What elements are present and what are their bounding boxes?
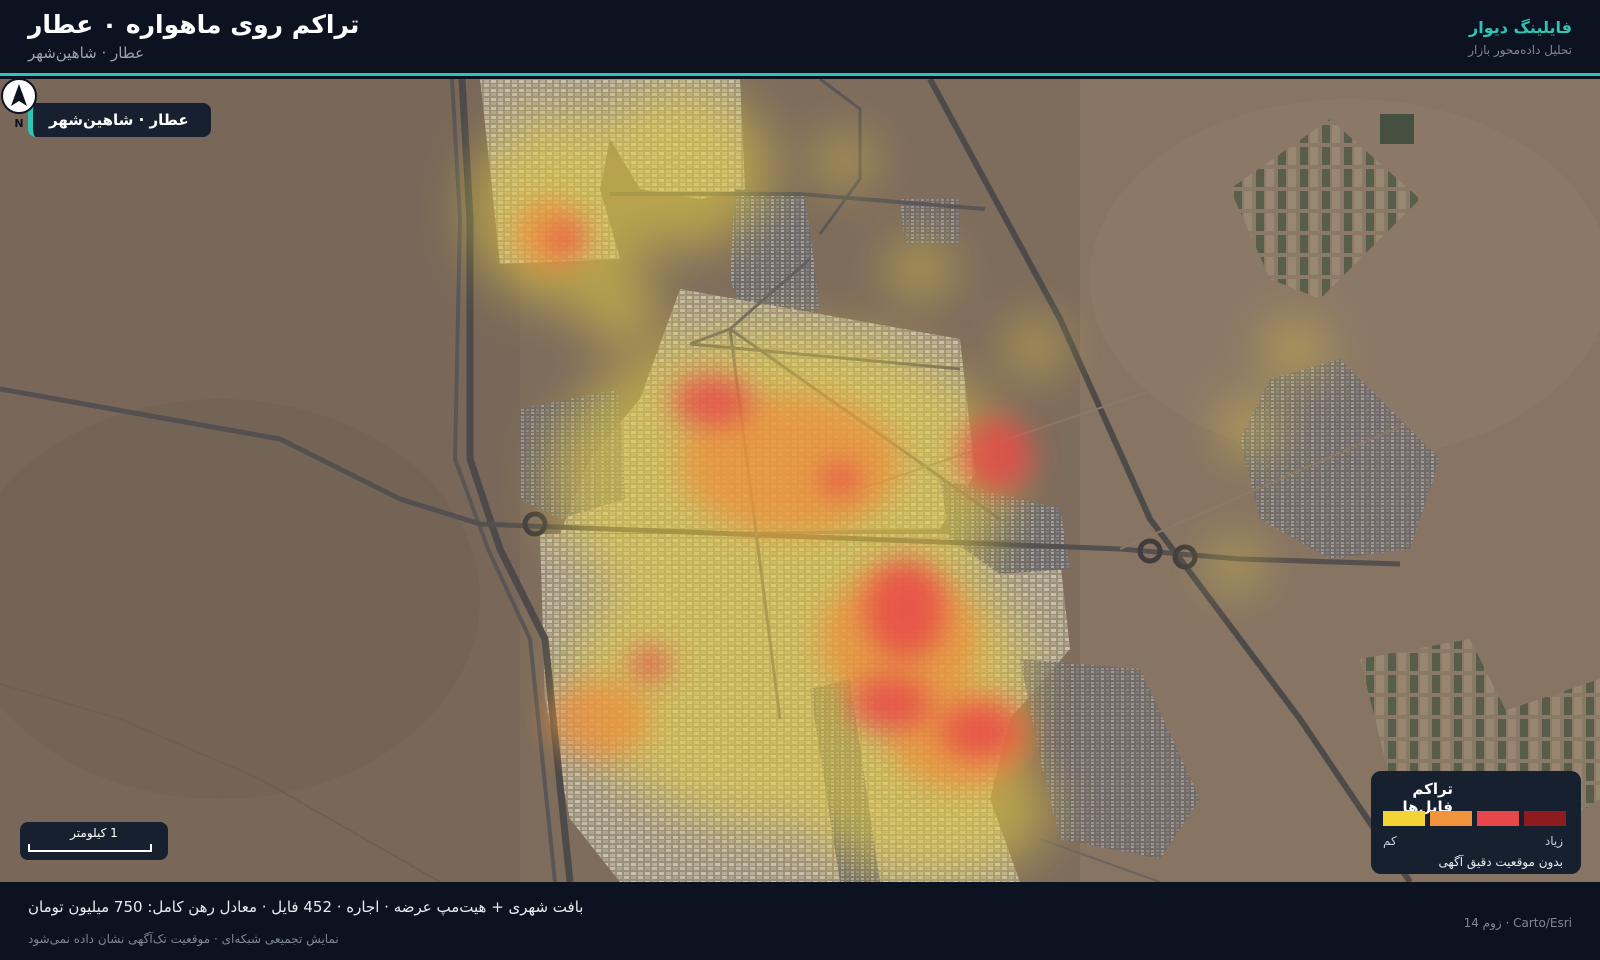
brand-name[interactable]: فایلینگ دیوار: [1469, 18, 1572, 37]
satellite-imagery: [0, 79, 1600, 882]
legend-low-label: کم: [1383, 834, 1397, 848]
legend-swatch-1: [1383, 811, 1425, 826]
density-legend: تراکم فایل‌ها کم زیاد بدون موقعیت دقیق آ…: [1371, 771, 1581, 874]
page-title: تراکم روی ماهواره ۰ عطار: [28, 10, 360, 39]
brand-tagline: تحلیل داده‌محور بازار: [1468, 43, 1572, 57]
legend-swatch-4: [1524, 811, 1566, 826]
compass-label: N: [14, 117, 23, 129]
legend-swatch-2: [1430, 811, 1472, 826]
legend-high-label: زیاد: [1544, 834, 1563, 848]
location-chip: عطار · شاهین‌شهر: [28, 103, 211, 137]
satellite-map[interactable]: عطار · شاهین‌شهر N 1 کیلومتر تراکم فایل‌…: [0, 79, 1600, 882]
legend-swatches: [1383, 811, 1566, 826]
scale-ruler: [28, 844, 152, 852]
privacy-note: نمایش تجمیعی شبکه‌ای · موقعیت تک‌آگهی نش…: [28, 932, 339, 946]
summary-stats: بافت شهری + هیت‌مپ عرضه · اجاره · 452 فا…: [28, 898, 584, 916]
scale-label: 1 کیلومتر: [70, 826, 118, 840]
legend-swatch-3: [1477, 811, 1519, 826]
compass-icon[interactable]: N: [0, 79, 38, 129]
top-header: تراکم روی ماهواره ۰ عطار عطار · شاهین‌شه…: [0, 0, 1600, 76]
scale-bar: 1 کیلومتر: [20, 822, 168, 860]
page-subtitle: عطار · شاهین‌شهر: [28, 44, 145, 62]
map-attribution: Carto/Esri · زوم 14: [1463, 916, 1572, 930]
bottom-footer: بافت شهری + هیت‌مپ عرضه · اجاره · 452 فا…: [0, 882, 1600, 960]
legend-note: بدون موقعیت دقیق آگهی: [1438, 855, 1563, 869]
